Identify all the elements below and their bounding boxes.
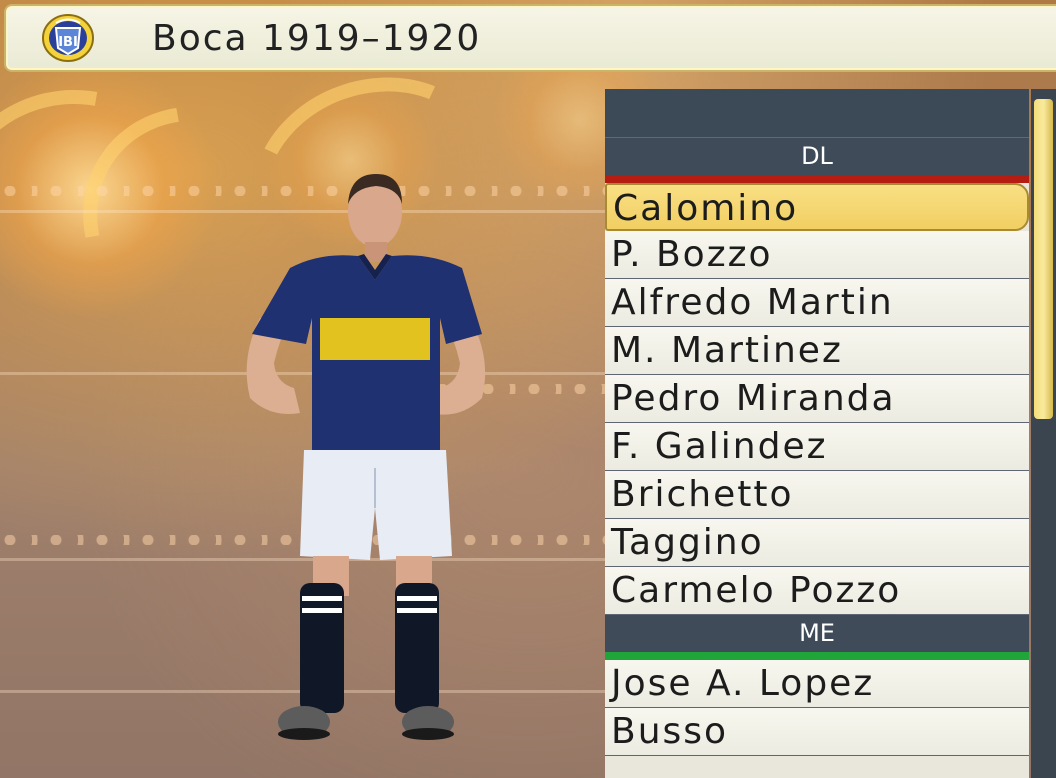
player-row-selected[interactable]: Calomino <box>605 183 1029 231</box>
list-scrollbar[interactable] <box>1031 89 1056 778</box>
player-row[interactable]: Brichetto <box>605 471 1029 519</box>
team-name-title: Boca 1919–1920 <box>152 18 482 59</box>
player-model <box>246 174 486 740</box>
section-me-rows: Jose A. Lopez Busso <box>605 660 1029 756</box>
player-row[interactable]: M. Martinez <box>605 327 1029 375</box>
player-row[interactable]: Taggino <box>605 519 1029 567</box>
team-header: IBI Boca 1919–1920 <box>4 4 1056 72</box>
svg-text:IBI: IBI <box>58 35 78 50</box>
player-row[interactable]: Pedro Miranda <box>605 375 1029 423</box>
player-row[interactable]: Busso <box>605 708 1029 756</box>
player-row[interactable]: Carmelo Pozzo <box>605 567 1029 615</box>
player-row[interactable]: P. Bozzo <box>605 231 1029 279</box>
player-row[interactable]: Alfredo Martin <box>605 279 1029 327</box>
scrollbar-thumb[interactable] <box>1034 99 1053 419</box>
club-crest-icon: IBI <box>42 14 94 62</box>
squad-list-panel: DL Calomino P. Bozzo Alfredo Martin M. M… <box>605 89 1029 778</box>
section-header-me: ME <box>605 615 1029 660</box>
player-row[interactable]: F. Galindez <box>605 423 1029 471</box>
panel-header <box>605 89 1029 138</box>
player-row[interactable]: Jose A. Lopez <box>605 660 1029 708</box>
section-dl-rows: Calomino P. Bozzo Alfredo Martin M. Mart… <box>605 183 1029 615</box>
section-header-dl: DL <box>605 138 1029 183</box>
